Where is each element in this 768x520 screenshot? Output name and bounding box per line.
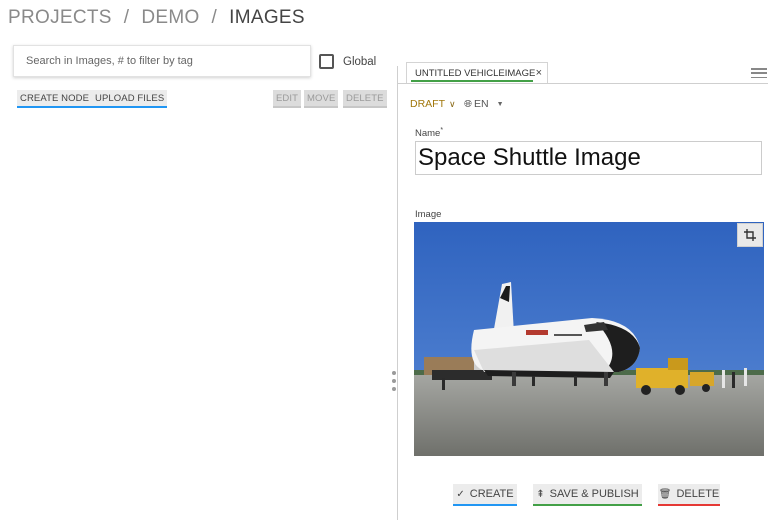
- breadcrumb-current: IMAGES: [229, 7, 305, 28]
- language-label: EN: [474, 98, 489, 110]
- breadcrumb-separator: /: [123, 7, 130, 28]
- name-field[interactable]: Space Shuttle Image: [415, 141, 762, 175]
- save-publish-button[interactable]: ⇞ SAVE & PUBLISH: [533, 484, 642, 506]
- publish-icon: ⇞: [536, 488, 545, 500]
- delete-button-label: DELETE: [676, 488, 720, 500]
- trash-icon: 🗑: [658, 488, 672, 500]
- global-label: Global: [343, 55, 377, 68]
- delete-button[interactable]: 🗑 DELETE: [658, 484, 720, 506]
- language-selector[interactable]: 🌐︎ EN ▼: [464, 98, 504, 110]
- delete-node-button[interactable]: DELETE: [343, 90, 387, 108]
- tab-divider: [398, 83, 768, 84]
- search-input[interactable]: [26, 55, 310, 67]
- editor-tab-title: UNTITLED VEHICLEIMAGE: [415, 67, 536, 79]
- pane-splitter[interactable]: [397, 66, 398, 520]
- drag-handle-icon[interactable]: [391, 371, 396, 391]
- breadcrumb: PROJECTS / DEMO / IMAGES: [8, 6, 305, 30]
- move-button[interactable]: MOVE: [304, 90, 339, 108]
- breadcrumb-demo[interactable]: DEMO: [141, 7, 199, 29]
- globe-icon: 🌐︎: [464, 98, 472, 110]
- create-button[interactable]: ✓ CREATE: [453, 484, 517, 506]
- name-field-label: Name*: [415, 127, 444, 140]
- edit-button[interactable]: EDIT: [273, 90, 302, 108]
- menu-icon[interactable]: [751, 68, 767, 78]
- status-label: DRAFT: [410, 98, 445, 110]
- upload-files-button[interactable]: UPLOAD FILES: [92, 90, 168, 108]
- create-node-button[interactable]: CREATE NODE: [17, 90, 93, 108]
- status-dropdown[interactable]: DRAFT ∨: [410, 98, 456, 110]
- close-icon[interactable]: ×: [536, 67, 542, 79]
- global-toggle[interactable]: Global: [319, 54, 376, 69]
- image-field-label: Image: [415, 209, 442, 220]
- node-browser-pane: Global CREATE NODE UPLOAD FILES EDIT MOV…: [0, 36, 397, 520]
- chevron-down-icon: ∨: [449, 98, 456, 109]
- check-icon: ✓: [456, 488, 465, 500]
- caret-down-icon: ▼: [496, 100, 504, 108]
- save-publish-button-label: SAVE & PUBLISH: [549, 488, 639, 500]
- global-checkbox[interactable]: [319, 54, 334, 69]
- breadcrumb-projects[interactable]: PROJECTS: [8, 7, 112, 29]
- breadcrumb-separator: /: [211, 7, 218, 28]
- create-button-label: CREATE: [469, 488, 514, 500]
- crop-icon[interactable]: [737, 223, 763, 247]
- shuttle-photo: [414, 222, 764, 456]
- editor-tab[interactable]: UNTITLED VEHICLEIMAGE ×: [406, 62, 548, 83]
- search-box[interactable]: [13, 45, 311, 77]
- image-preview[interactable]: [414, 222, 764, 456]
